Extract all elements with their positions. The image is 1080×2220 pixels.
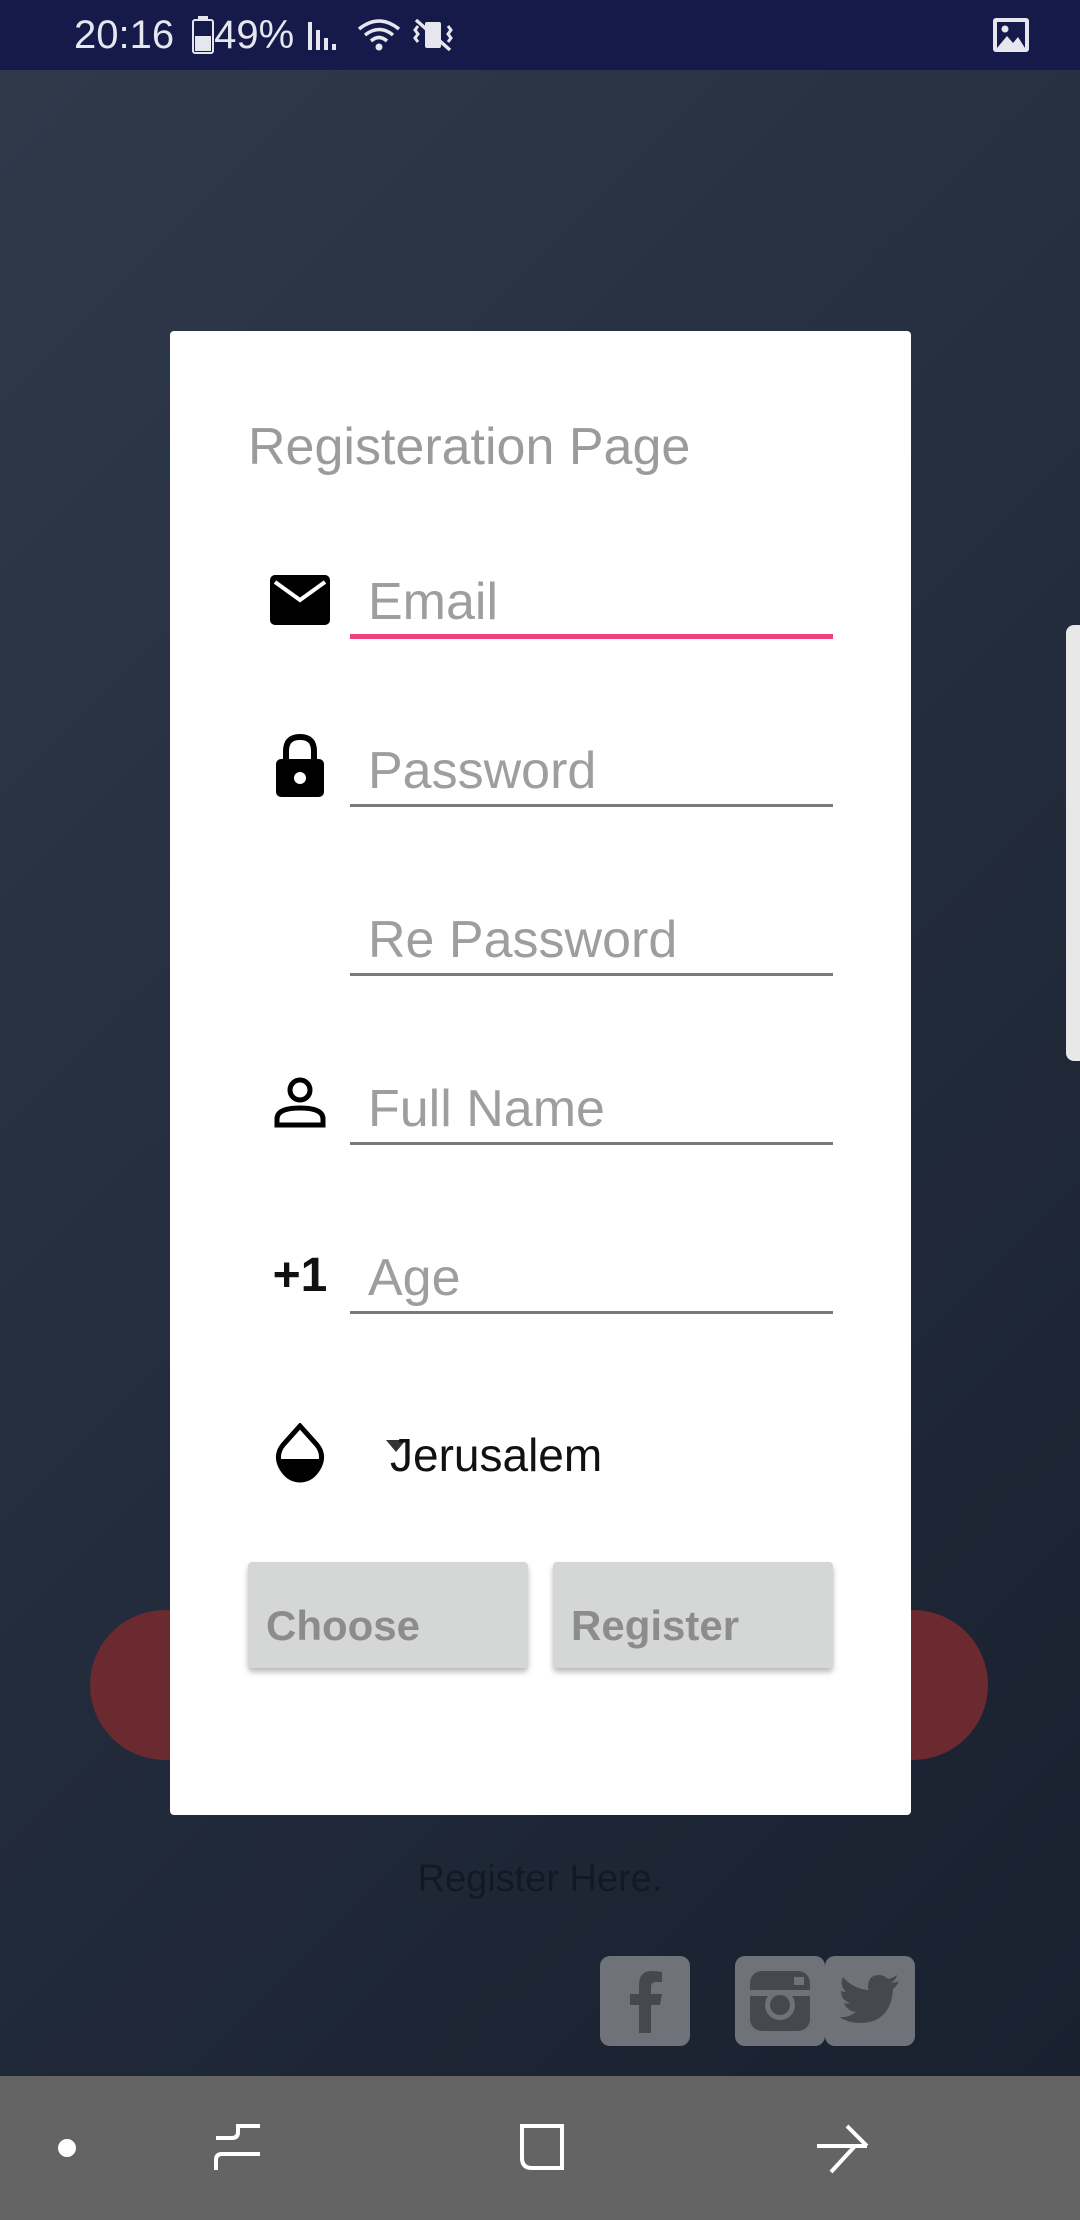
water-drop-icon xyxy=(268,1421,332,1485)
city-selected-value: Jerusalem xyxy=(390,1429,603,1481)
city-spinner[interactable]: Jerusalem xyxy=(360,1414,810,1494)
vibrate-mute-icon xyxy=(413,18,454,52)
signal-icon xyxy=(308,22,337,50)
registration-dialog: Registeration Page +1 xyxy=(170,331,911,1815)
full-name-field[interactable] xyxy=(350,1075,833,1145)
person-icon xyxy=(268,1071,332,1135)
instagram-icon xyxy=(750,1971,810,2031)
plus-one-label: +1 xyxy=(272,1248,328,1302)
twitter-button[interactable] xyxy=(825,1956,915,2046)
email-field[interactable] xyxy=(350,569,833,639)
lock-icon xyxy=(268,731,332,801)
facebook-button[interactable] xyxy=(600,1956,690,2046)
email-input[interactable] xyxy=(350,569,833,634)
back-icon xyxy=(817,2124,869,2174)
status-time: 20:16 xyxy=(74,12,175,57)
recents-button[interactable] xyxy=(203,2116,273,2180)
recent-dot-icon xyxy=(58,2139,76,2157)
mail-icon xyxy=(268,568,332,632)
choose-button[interactable]: Choose xyxy=(248,1562,528,1668)
edge-panel-handle[interactable] xyxy=(1066,625,1080,1061)
age-field[interactable] xyxy=(350,1244,833,1314)
home-button[interactable] xyxy=(507,2116,577,2180)
register-here-link[interactable]: Register Here. xyxy=(0,1858,1080,1901)
facebook-icon xyxy=(630,1971,662,2033)
back-button[interactable] xyxy=(808,2116,878,2180)
password-input[interactable] xyxy=(350,737,833,804)
twitter-icon xyxy=(839,1975,899,2023)
wifi-icon xyxy=(358,19,401,51)
instagram-button[interactable] xyxy=(735,1956,825,2046)
status-bar: 20:16 49% xyxy=(0,0,1080,70)
nav-dot-button[interactable] xyxy=(32,2116,102,2180)
home-icon xyxy=(520,2124,564,2170)
password-field[interactable] xyxy=(350,737,833,807)
plus-one-icon: +1 xyxy=(268,1243,332,1307)
register-button[interactable]: Register xyxy=(553,1562,833,1668)
recents-icon xyxy=(214,2124,260,2170)
dialog-title: Registeration Page xyxy=(248,418,691,476)
re-password-input[interactable] xyxy=(350,906,833,973)
battery-icon xyxy=(192,16,215,54)
status-icons-right xyxy=(306,16,454,54)
status-icons xyxy=(192,16,215,54)
full-name-input[interactable] xyxy=(350,1075,833,1142)
battery-percent: 49% xyxy=(214,12,295,57)
age-input[interactable] xyxy=(350,1244,833,1311)
re-password-field[interactable] xyxy=(350,906,833,976)
navigation-bar xyxy=(0,2076,1080,2220)
gallery-notification-icon xyxy=(993,18,1029,52)
